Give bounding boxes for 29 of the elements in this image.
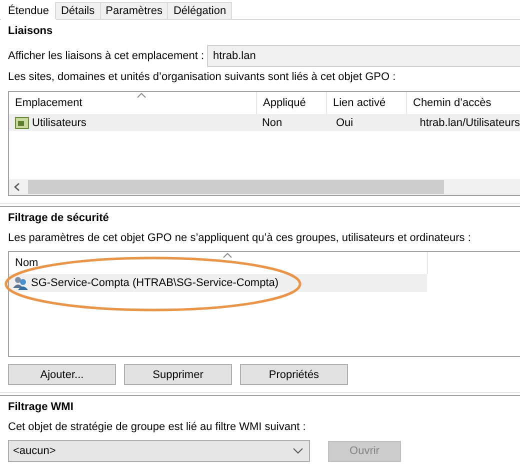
location-field: htrab.lan <box>207 45 520 67</box>
action-button[interactable]: Ajouter... <box>8 364 116 385</box>
links-description: Les sites, domaines et unités d’organisation suivants sont liés à cet objet GPO : <box>8 71 397 85</box>
table-row[interactable]: Utilisateurs Non Oui htrab.lan/Utilisateurs <box>9 114 520 131</box>
tab[interactable]: Détails <box>54 2 101 19</box>
tab[interactable]: Paramètres <box>100 2 168 19</box>
chevron-down-icon <box>293 448 303 454</box>
tab[interactable]: Délégation <box>167 2 232 19</box>
column-header[interactable]: Chemin d’accès <box>407 92 520 114</box>
wmi-description: Cet objet de stratégie de groupe est lié au filtre WMI suivant : <box>8 421 307 435</box>
section-title: Filtrage WMI <box>8 401 74 415</box>
section-title: Liaisons <box>8 25 54 39</box>
section-title: Filtrage de sécurité <box>8 212 110 226</box>
sort-icon <box>223 253 232 258</box>
location-label: Afficher les liaisons à cet emplacement : <box>8 50 206 62</box>
folder-icon <box>15 116 29 128</box>
column-header[interactable]: Nom <box>9 252 427 274</box>
table-cell: Non <box>262 116 282 128</box>
sort-icon <box>137 93 146 98</box>
security-description: Les paramètres de cet objet GPO ne s’appliquent qu’à ces groupes, utilisateurs et ordinateurs : <box>8 232 472 246</box>
table-cell: Utilisateurs <box>32 116 86 128</box>
table-cell: htrab.lan/Utilisateurs <box>420 116 520 128</box>
action-button[interactable]: Propriétés <box>240 364 348 385</box>
list-item[interactable]: SG-Service-Compta (HTRAB\SG-Service-Compta) <box>9 274 427 292</box>
users-icon <box>13 276 29 290</box>
wmi-filter-dropdown[interactable]: <aucun> <box>8 440 310 462</box>
action-button[interactable]: Supprimer <box>124 364 232 385</box>
horizontal-scrollbar[interactable] <box>9 179 520 195</box>
table-cell: Oui <box>336 116 354 128</box>
